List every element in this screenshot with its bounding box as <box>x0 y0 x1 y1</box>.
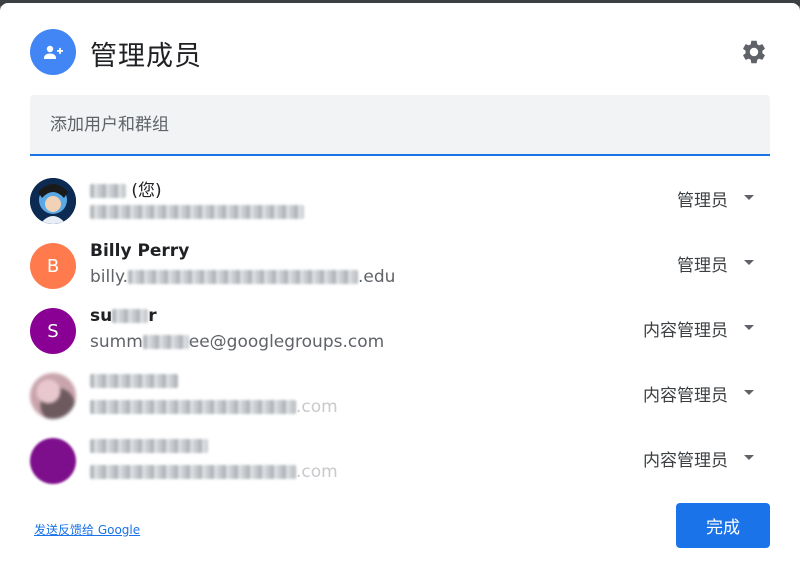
member-name: Billy Perry <box>90 241 190 261</box>
caret-down-icon[interactable] <box>744 453 754 463</box>
caret-down-icon[interactable] <box>744 323 754 333</box>
redacted-email <box>142 335 189 349</box>
dialog-title: 管理成员 <box>90 41 202 72</box>
redacted-name <box>112 309 149 323</box>
gear-icon[interactable] <box>739 37 769 67</box>
avatar <box>30 373 76 419</box>
caret-down-icon[interactable] <box>744 193 754 203</box>
member-row: S su r summ ee@googlegroups.com 内容管理员 <box>0 300 800 360</box>
done-button[interactable]: 完成 <box>676 503 770 548</box>
member-row: B Billy Perry billy. .edu 管理员 <box>0 235 800 295</box>
redacted-name <box>90 184 126 198</box>
member-email: .com <box>90 397 338 417</box>
caret-down-icon[interactable] <box>744 388 754 398</box>
add-members-field[interactable] <box>30 95 770 156</box>
role-dropdown[interactable]: 内容管理员 <box>643 446 728 471</box>
redacted-email <box>90 400 296 414</box>
member-name: (您) <box>90 176 162 201</box>
redacted-name <box>90 439 208 453</box>
role-dropdown[interactable]: 管理员 <box>677 186 728 211</box>
member-row: .com 内容管理员 <box>0 365 800 425</box>
member-email: billy. .edu <box>90 267 396 287</box>
member-row: (您) 管理员 <box>0 170 800 230</box>
member-name <box>90 436 208 456</box>
avatar <box>30 178 76 224</box>
add-person-icon <box>30 29 76 75</box>
redacted-email <box>90 465 296 479</box>
member-email: .com <box>90 462 338 482</box>
avatar <box>30 438 76 484</box>
feedback-link[interactable]: 发送反馈给 Google <box>34 521 140 538</box>
member-name <box>90 371 178 391</box>
member-name: su r <box>90 306 157 326</box>
member-email: summ ee@googlegroups.com <box>90 332 385 352</box>
role-dropdown[interactable]: 内容管理员 <box>643 381 728 406</box>
member-row: .com 内容管理员 <box>0 430 800 490</box>
add-members-input[interactable] <box>30 95 770 154</box>
redacted-email <box>90 205 304 219</box>
redacted-email <box>128 270 359 284</box>
manage-members-dialog: 管理成员 (您) 管理员 B Billy <box>0 3 800 565</box>
avatar: S <box>30 308 76 354</box>
member-email <box>90 202 304 222</box>
caret-down-icon[interactable] <box>744 258 754 268</box>
avatar: B <box>30 243 76 289</box>
role-dropdown[interactable]: 内容管理员 <box>643 316 728 341</box>
redacted-name <box>90 374 178 388</box>
role-dropdown[interactable]: 管理员 <box>677 251 728 276</box>
